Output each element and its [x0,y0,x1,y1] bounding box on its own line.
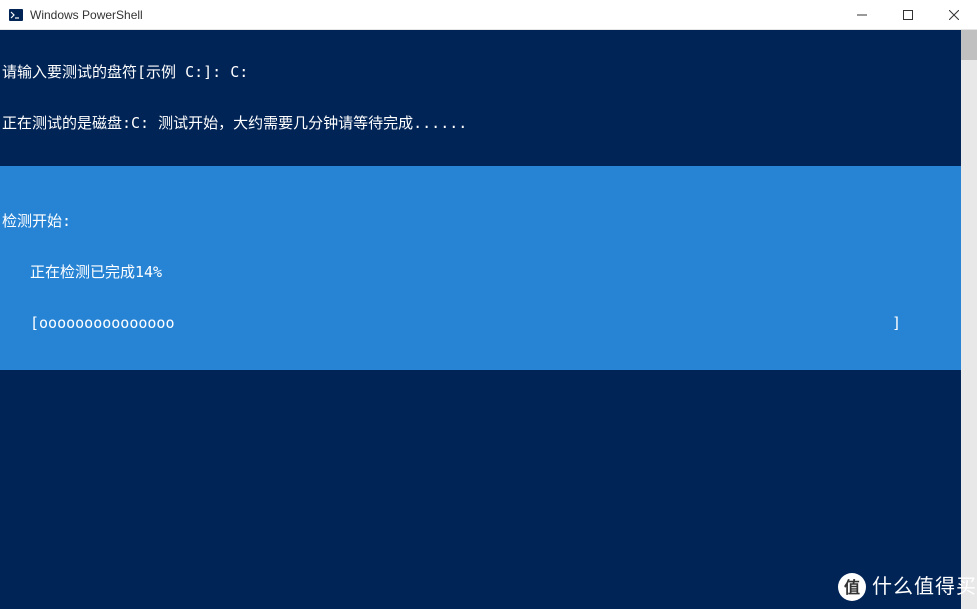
progress-status: 正在检测已完成14% [0,264,961,281]
minimize-button[interactable] [839,0,885,29]
console-area[interactable]: 请输入要测试的盘符[示例 C:]: C: 正在测试的是磁盘:C: 测试开始，大约… [0,30,977,609]
scrollbar-thumb[interactable] [961,30,977,60]
progress-header: 检测开始: [0,213,961,230]
window-title: Windows PowerShell [30,8,839,22]
progress-block: 检测开始: 正在检测已完成14% [ooooooooooooooo] [0,166,961,370]
window-controls [839,0,977,29]
powershell-icon [8,7,24,23]
console-line-prompt: 请输入要测试的盘符[示例 C:]: C: [0,64,961,81]
console-content: 请输入要测试的盘符[示例 C:]: C: 正在测试的是磁盘:C: 测试开始，大约… [0,30,961,609]
maximize-button[interactable] [885,0,931,29]
progress-open-bracket: [ [30,315,39,332]
close-button[interactable] [931,0,977,29]
progress-close-bracket: ] [892,315,901,332]
window-titlebar: Windows PowerShell [0,0,977,30]
console-line-status: 正在测试的是磁盘:C: 测试开始，大约需要几分钟请等待完成...... [0,115,961,132]
progress-fill: ooooooooooooooo [39,315,892,332]
progress-bar: [ooooooooooooooo] [0,315,961,332]
vertical-scrollbar[interactable] [961,30,977,609]
